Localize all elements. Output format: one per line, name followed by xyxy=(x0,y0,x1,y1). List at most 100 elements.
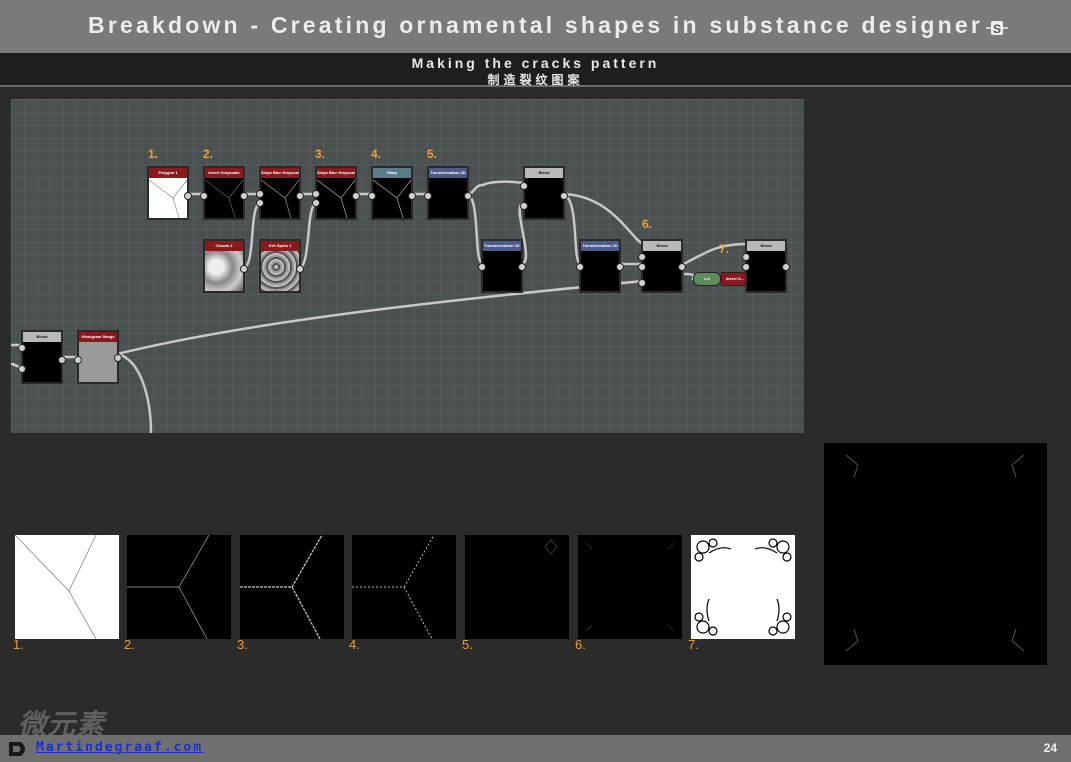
node-input-port[interactable] xyxy=(312,199,320,207)
graph-step-label-7: 7. xyxy=(719,242,730,256)
thumbnail-3 xyxy=(240,535,344,639)
node-input-port[interactable] xyxy=(742,263,750,271)
node-output-port[interactable] xyxy=(240,265,248,273)
node-input-port[interactable] xyxy=(74,356,82,364)
thumbnail-label-4: 4. xyxy=(349,637,360,652)
node-title: Transformation 2D xyxy=(429,168,467,178)
node-graph[interactable]: 1. 2. 3. 4. 5. 6. 7. Polygon 1 Invert Gr… xyxy=(11,99,804,433)
node-title: Blend xyxy=(525,168,563,178)
node-slope-blur-1[interactable]: Slope Blur Grayscale xyxy=(256,166,304,220)
node-input-port[interactable] xyxy=(312,190,320,198)
node-title: Blend xyxy=(747,241,785,251)
node-preview xyxy=(316,179,356,219)
node-input-port[interactable] xyxy=(520,182,528,190)
thumbnail-2 xyxy=(127,535,231,639)
thumbnail-5 xyxy=(465,535,569,639)
node-title: Polygon 1 xyxy=(149,168,187,178)
node-input-port[interactable] xyxy=(256,199,264,207)
node-grit-spots[interactable]: Grit Spots 1 xyxy=(259,239,304,293)
node-output-port[interactable] xyxy=(184,192,192,200)
subtitle-bar: Making the cracks pattern 制造裂纹图案 xyxy=(0,53,1071,87)
svg-text:S: S xyxy=(993,22,1001,36)
node-input-port[interactable] xyxy=(520,202,528,210)
node-input-port[interactable] xyxy=(256,190,264,198)
node-preview xyxy=(372,179,412,219)
graph-step-label-2: 2. xyxy=(203,147,214,161)
thumbnail-6 xyxy=(578,535,682,639)
node-output-port[interactable] xyxy=(240,192,248,200)
node-levels[interactable]: Lvl xyxy=(693,272,721,286)
node-output-port[interactable] xyxy=(678,263,686,271)
graph-step-label-4: 4. xyxy=(371,147,382,161)
node-warp[interactable]: Warp xyxy=(368,166,416,220)
node-invert-grayscale[interactable]: Invert Grayscale xyxy=(200,166,248,220)
node-blend-left[interactable]: Blend xyxy=(18,330,66,384)
node-output-port[interactable] xyxy=(58,356,66,364)
node-histogram-range[interactable]: Histogram Range xyxy=(74,330,122,384)
thumbnail-4 xyxy=(352,535,456,639)
node-preview xyxy=(260,179,300,219)
node-input-port[interactable] xyxy=(368,192,376,200)
thumbnail-1 xyxy=(15,535,119,639)
node-input-port[interactable] xyxy=(638,263,646,271)
node-title: Blend xyxy=(23,332,61,342)
node-output-port[interactable] xyxy=(560,192,568,200)
thumbnail-label-6: 6. xyxy=(575,637,586,652)
node-input-port[interactable] xyxy=(18,365,26,373)
substance-designer-icon: S xyxy=(986,21,1008,36)
thumbnail-label-7: 7. xyxy=(688,637,699,652)
node-output-port[interactable] xyxy=(296,192,304,200)
thumbnail-label-2: 2. xyxy=(124,637,135,652)
node-input-port[interactable] xyxy=(424,192,432,200)
node-slope-blur-2[interactable]: Slope Blur Grayscale xyxy=(312,166,360,220)
node-transformation-2d-2[interactable]: Transformation 2D xyxy=(478,239,526,293)
node-output-port[interactable] xyxy=(518,263,526,271)
page-title: Breakdown - Creating ornamental shapes i… xyxy=(88,12,983,38)
node-title: Grit Spots 1 xyxy=(261,241,299,251)
node-input-port[interactable] xyxy=(638,253,646,261)
node-title: Slope Blur Grayscale xyxy=(261,168,299,178)
output-preview xyxy=(824,443,1047,665)
node-title: Histogram Range xyxy=(79,332,117,342)
website-link[interactable]: Martindegraaf.com xyxy=(36,740,203,755)
subtitle-chinese: 制造裂纹图案 xyxy=(487,73,584,87)
node-output-port[interactable] xyxy=(408,192,416,200)
graph-step-label-5: 5. xyxy=(427,147,438,161)
node-clouds[interactable]: Clouds 2 xyxy=(203,239,248,293)
node-output-port[interactable] xyxy=(352,192,360,200)
node-blend-1[interactable]: Blend xyxy=(520,166,568,220)
node-title: Warp xyxy=(373,168,411,178)
node-title: Invert Grayscale xyxy=(205,168,243,178)
footer-logo-icon xyxy=(9,742,25,756)
node-title: Transformation 2D xyxy=(483,241,521,251)
node-blend-2[interactable]: Blend xyxy=(638,239,686,293)
node-input-port[interactable] xyxy=(576,263,584,271)
node-output-port[interactable] xyxy=(114,354,122,362)
node-output-port[interactable] xyxy=(782,263,790,271)
thumbnail-label-1: 1. xyxy=(13,637,24,652)
node-title: Lvl xyxy=(704,276,710,281)
node-title: Transformation 2D xyxy=(581,241,619,251)
node-blend-3[interactable]: Blend xyxy=(742,239,790,293)
node-title: Slope Blur Grayscale xyxy=(317,168,355,178)
node-transformation-2d-3[interactable]: Transformation 2D xyxy=(576,239,624,293)
node-transformation-2d-1[interactable]: Transformation 2D xyxy=(424,166,472,220)
node-input-port[interactable] xyxy=(200,192,208,200)
node-output-port[interactable] xyxy=(296,265,304,273)
node-output-port[interactable] xyxy=(464,192,472,200)
node-preview xyxy=(204,179,244,219)
node-input-port[interactable] xyxy=(478,263,486,271)
node-input-port[interactable] xyxy=(18,344,26,352)
subtitle-english: Making the cracks pattern xyxy=(411,55,660,71)
node-title: Blend xyxy=(643,241,681,251)
graph-step-label-3: 3. xyxy=(315,147,326,161)
node-title: Clouds 2 xyxy=(205,241,243,251)
node-polygon[interactable]: Polygon 1 xyxy=(147,166,192,220)
node-input-port[interactable] xyxy=(742,253,750,261)
graph-step-label-6: 6. xyxy=(642,217,653,231)
page-number: 24 xyxy=(1043,741,1057,755)
thumbnail-7 xyxy=(691,535,795,639)
node-output-port[interactable] xyxy=(616,263,624,271)
node-input-port[interactable] xyxy=(638,279,646,287)
node-preview xyxy=(148,179,188,219)
